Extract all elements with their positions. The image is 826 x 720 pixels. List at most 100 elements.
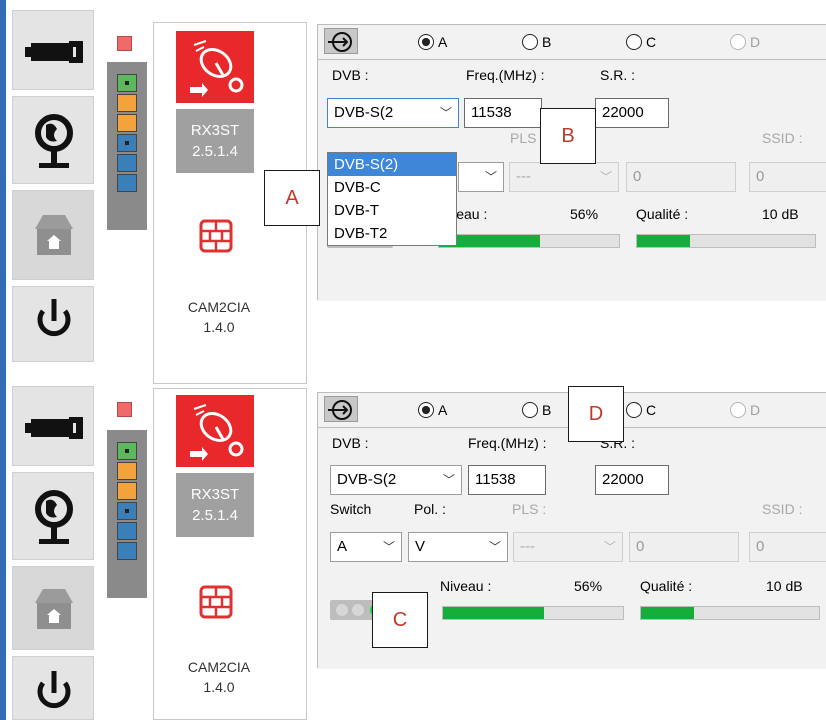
qualite-bar [640, 606, 820, 620]
home-box-button[interactable] [12, 566, 94, 650]
led-column [107, 430, 147, 598]
sr-input[interactable]: 22000 [595, 98, 669, 128]
qualite-value: 10 dB [762, 206, 799, 222]
switch-select[interactable]: A ﹀ [330, 532, 402, 562]
radio-label: A [438, 402, 448, 418]
pol-select-value: V [415, 538, 426, 555]
radio-a[interactable]: A [418, 34, 447, 50]
radio-dot [522, 34, 538, 50]
power-button[interactable] [12, 286, 94, 362]
pls-select[interactable]: --- ﹀ [513, 532, 623, 562]
radio-dot [418, 402, 434, 418]
globe-button[interactable] [12, 472, 94, 560]
dropdown-option[interactable]: DVB-T2 [328, 222, 456, 245]
led-blue [117, 174, 137, 192]
rx-model: RX3ST [190, 122, 240, 139]
pls-select[interactable]: --- ﹀ [509, 162, 619, 192]
input-arrow-button[interactable] [324, 396, 358, 422]
radio-b[interactable]: B [522, 402, 551, 418]
cam-info: CAM2CIA 1.4.0 [154, 297, 284, 337]
radio-c[interactable]: C [626, 402, 656, 418]
niveau-bar-fill [443, 607, 544, 619]
switch-select-value: A [337, 538, 348, 555]
chevron-down-icon: ﹀ [442, 473, 455, 487]
globe-button[interactable] [12, 96, 94, 184]
freq-label: Freq.(MHz) : [468, 435, 547, 451]
qualite-bar [636, 234, 816, 248]
pol-select[interactable]: ﹀ [458, 162, 504, 192]
freq-input[interactable]: 11538 [464, 98, 542, 128]
led-off [352, 604, 364, 616]
rx-info: RX3ST 2.5.1.4 [176, 473, 254, 537]
callout-c: C [372, 592, 428, 648]
satellite-dish-icon [176, 395, 254, 467]
dropdown-option[interactable]: DVB-S(2) [328, 153, 456, 176]
freq-input[interactable]: 11538 [468, 465, 546, 495]
pls-select-value: --- [516, 168, 531, 185]
pol-select[interactable]: V ﹀ [408, 532, 508, 562]
chevron-down-icon: ﹀ [439, 106, 452, 120]
niveau-bar [438, 234, 620, 248]
callout-b: B [540, 108, 596, 164]
niveau-bar [442, 606, 624, 620]
arrow-enter-icon [328, 32, 352, 52]
switch-label: Switch [330, 501, 372, 517]
usb-button[interactable] [12, 10, 94, 90]
arrow-enter-icon [328, 400, 352, 420]
radio-label: C [646, 402, 657, 418]
chip-card-icon [199, 219, 233, 253]
dvb-select[interactable]: DVB-S(2 ﹀ [330, 465, 462, 495]
qualite-label: Qualité : [636, 206, 689, 222]
input-arrow-button[interactable] [324, 28, 358, 54]
dropdown-option[interactable]: DVB-T [328, 199, 456, 222]
led-blue [117, 154, 137, 172]
led-blue [117, 502, 137, 520]
radio-dot [418, 34, 434, 50]
dvb-label: DVB : [332, 67, 369, 83]
cam-info: CAM2CIA 1.4.0 [154, 657, 284, 697]
pls-label: PLS : [512, 501, 547, 517]
usb-button[interactable] [12, 386, 94, 466]
ssid-input[interactable]: 0 [749, 532, 826, 562]
radio-dot [522, 402, 538, 418]
radio-d[interactable]: D [730, 34, 760, 50]
pls-number-input[interactable]: 0 [626, 162, 736, 192]
pls-number-input[interactable]: 0 [629, 532, 739, 562]
led-orange [117, 462, 137, 480]
dropdown-option[interactable]: DVB-C [328, 176, 456, 199]
radio-dot [626, 34, 642, 50]
sr-input[interactable]: 22000 [595, 465, 669, 495]
niveau-value: 56% [570, 206, 599, 222]
rx-version: 2.5.1.4 [192, 507, 238, 524]
globe-stand-icon [35, 490, 73, 544]
qualite-bar-fill [641, 607, 695, 619]
rx-version: 2.5.1.4 [192, 143, 238, 160]
niveau-label: Niveau : [440, 578, 492, 594]
dvb-select[interactable]: DVB-S(2 ﹀ [327, 98, 459, 128]
qualite-bar-fill [637, 235, 691, 247]
radio-dot [626, 402, 642, 418]
ssid-label: SSID : [762, 501, 803, 517]
chevron-down-icon: ﹀ [382, 540, 395, 554]
led-orange [117, 94, 137, 112]
power-button[interactable] [12, 656, 94, 720]
home-box-button[interactable] [12, 190, 94, 280]
radio-label: C [646, 34, 657, 50]
led-orange [117, 482, 137, 500]
satellite-dish-icon [176, 31, 254, 103]
globe-stand-icon [35, 114, 73, 168]
window-left-border [0, 0, 6, 720]
led-green [117, 442, 137, 460]
radio-b[interactable]: B [522, 34, 551, 50]
led-green [117, 74, 137, 92]
radio-c[interactable]: C [626, 34, 656, 50]
status-led-red [117, 402, 132, 417]
radio-d[interactable]: D [730, 402, 760, 418]
radio-a[interactable]: A [418, 402, 447, 418]
rx-model: RX3ST [190, 486, 240, 503]
niveau-value: 56% [574, 578, 603, 594]
ssid-input[interactable]: 0 [749, 162, 826, 192]
callout-d: D [568, 386, 624, 442]
chip-card-icon [199, 585, 233, 619]
radio-label: D [750, 34, 761, 50]
